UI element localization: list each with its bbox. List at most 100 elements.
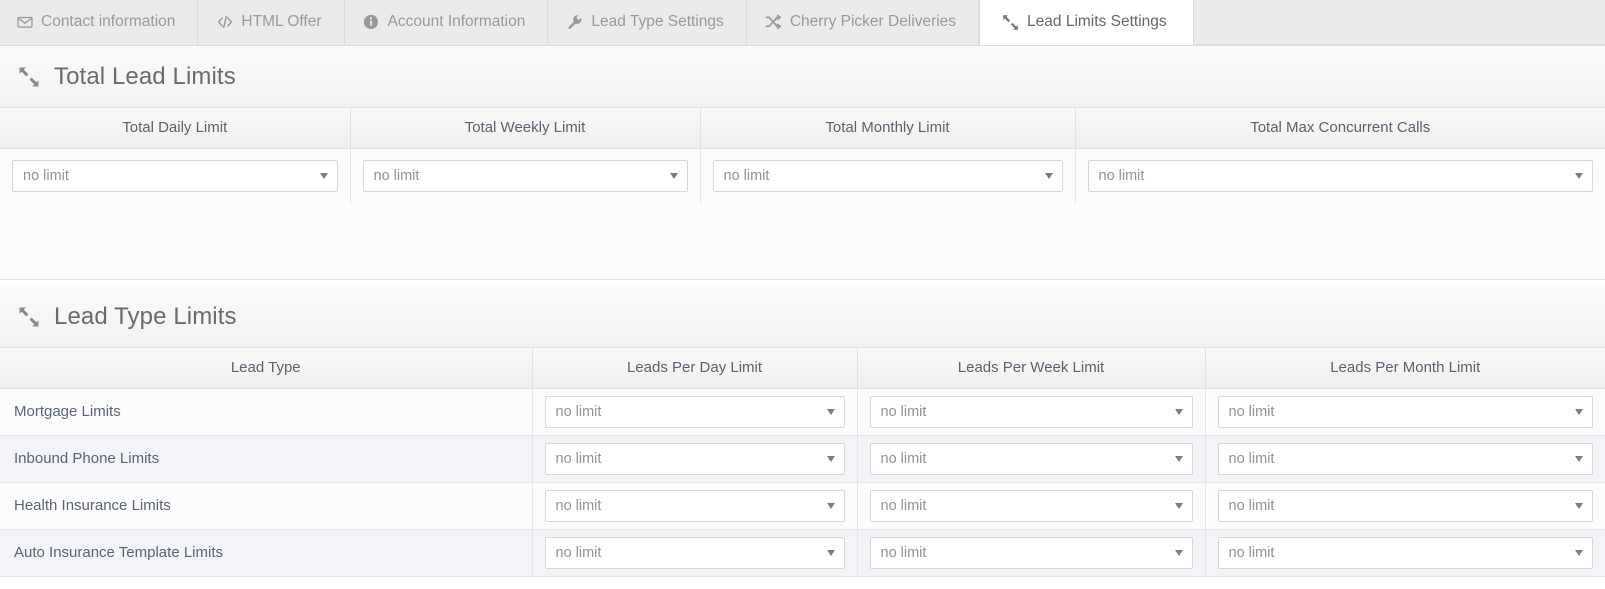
select-value: no limit xyxy=(373,168,420,185)
chevron-down-icon xyxy=(826,502,835,509)
cell-total-weekly-limit: no limit xyxy=(350,148,701,204)
table-row: Mortgage Limits no limit no limit no lim… xyxy=(0,388,1605,436)
code-icon xyxy=(216,14,233,31)
leads-per-month-select[interactable]: no limit xyxy=(1217,489,1593,522)
leads-per-month-select[interactable]: no limit xyxy=(1217,536,1593,569)
cell-leads-per-month: no limit xyxy=(1205,529,1605,577)
select-value: no limit xyxy=(555,403,602,420)
table-row: Auto Insurance Template Limits no limit … xyxy=(0,529,1605,577)
tab-label: Lead Limits Settings xyxy=(1027,13,1167,31)
select-value: no limit xyxy=(1228,544,1275,561)
tab-label: HTML Offer xyxy=(241,13,322,31)
tab-cherry-picker-deliveries[interactable]: Cherry Picker Deliveries xyxy=(746,0,980,45)
select-value: no limit xyxy=(880,497,927,514)
table-header-row: Lead Type Leads Per Day Limit Leads Per … xyxy=(0,348,1605,389)
chevron-down-icon xyxy=(1575,455,1583,462)
chevron-down-icon xyxy=(826,408,835,415)
section-spacer xyxy=(0,204,1605,280)
info-circle-icon xyxy=(363,14,380,31)
chevron-down-icon xyxy=(1575,173,1583,180)
cell-leads-per-month: no limit xyxy=(1205,435,1605,483)
leads-per-day-select[interactable]: no limit xyxy=(544,536,845,569)
cell-total-daily-limit: no limit xyxy=(0,148,351,204)
lead-type-limits-header[interactable]: Lead Type Limits xyxy=(0,286,1605,348)
select-value: no limit xyxy=(1098,168,1145,185)
compress-arrows-icon xyxy=(1002,14,1019,31)
chevron-down-icon xyxy=(1575,502,1583,509)
select-value: no limit xyxy=(880,544,927,561)
leads-per-month-select[interactable]: no limit xyxy=(1217,395,1593,428)
cell-total-max-concurrent-calls: no limit xyxy=(1075,148,1605,204)
cell-leads-per-week: no limit xyxy=(857,482,1206,530)
leads-per-day-select[interactable]: no limit xyxy=(544,395,845,428)
lead-type-label: Mortgage Limits xyxy=(0,388,533,436)
select-value: no limit xyxy=(555,450,602,467)
total-lead-limits-table: Total Daily Limit Total Weekly Limit Tot… xyxy=(0,108,1605,204)
select-value: no limit xyxy=(555,544,602,561)
tab-bar-filler xyxy=(1193,0,1605,45)
tab-account-information[interactable]: Account Information xyxy=(344,0,549,45)
total-daily-limit-select[interactable]: no limit xyxy=(12,160,338,193)
chevron-down-icon xyxy=(1174,455,1183,462)
chevron-down-icon xyxy=(1174,408,1183,415)
total-lead-limits-header[interactable]: Total Lead Limits xyxy=(0,46,1605,108)
total-max-concurrent-calls-select[interactable]: no limit xyxy=(1087,160,1593,193)
chevron-down-icon xyxy=(1044,173,1053,180)
column-header-total-max-concurrent-calls: Total Max Concurrent Calls xyxy=(1075,108,1605,149)
select-value: no limit xyxy=(555,497,602,514)
lead-type-limits-panel: Lead Type Limits Lead Type Leads Per Day… xyxy=(0,286,1605,577)
chevron-down-icon xyxy=(826,455,835,462)
leads-per-month-select[interactable]: no limit xyxy=(1217,442,1593,475)
tab-contact-information[interactable]: Contact information xyxy=(0,0,199,45)
cell-leads-per-day: no limit xyxy=(532,482,858,530)
chevron-down-icon xyxy=(669,173,678,180)
section-title: Lead Type Limits xyxy=(54,302,237,330)
envelope-icon xyxy=(16,14,33,31)
leads-per-week-select[interactable]: no limit xyxy=(869,489,1193,522)
lead-type-limits-table: Lead Type Leads Per Day Limit Leads Per … xyxy=(0,348,1605,577)
table-row: Inbound Phone Limits no limit no limit n… xyxy=(0,435,1605,483)
select-value: no limit xyxy=(1228,450,1275,467)
cell-leads-per-week: no limit xyxy=(857,529,1206,577)
tab-lead-type-settings[interactable]: Lead Type Settings xyxy=(548,0,747,45)
cell-total-monthly-limit: no limit xyxy=(700,148,1076,204)
column-header-leads-per-day-limit: Leads Per Day Limit xyxy=(532,348,858,389)
cell-leads-per-day: no limit xyxy=(532,529,858,577)
total-weekly-limit-select[interactable]: no limit xyxy=(362,160,688,193)
compress-arrows-icon xyxy=(18,66,40,88)
select-value: no limit xyxy=(23,168,69,185)
chevron-down-icon xyxy=(1174,549,1183,556)
tab-label: Cherry Picker Deliveries xyxy=(789,13,957,31)
tab-lead-limits-settings[interactable]: Lead Limits Settings xyxy=(979,0,1194,45)
table-header-row: Total Daily Limit Total Weekly Limit Tot… xyxy=(0,108,1605,149)
table-row: no limit no limit no limit no limit xyxy=(0,148,1605,204)
leads-per-week-select[interactable]: no limit xyxy=(869,536,1193,569)
cell-leads-per-day: no limit xyxy=(532,435,858,483)
tab-html-offer[interactable]: HTML Offer xyxy=(198,0,345,45)
chevron-down-icon xyxy=(826,549,835,556)
select-value: no limit xyxy=(1228,403,1275,420)
leads-per-day-select[interactable]: no limit xyxy=(544,489,845,522)
cell-leads-per-month: no limit xyxy=(1205,388,1605,436)
tab-label: Contact information xyxy=(41,13,176,31)
column-header-lead-type: Lead Type xyxy=(0,348,533,389)
select-value: no limit xyxy=(723,168,770,185)
leads-per-day-select[interactable]: no limit xyxy=(544,442,845,475)
chevron-down-icon xyxy=(1174,502,1183,509)
wrench-icon xyxy=(566,14,583,31)
tab-label: Account Information xyxy=(387,13,526,31)
total-monthly-limit-select[interactable]: no limit xyxy=(712,160,1063,193)
column-header-leads-per-week-limit: Leads Per Week Limit xyxy=(857,348,1206,389)
column-header-total-daily-limit: Total Daily Limit xyxy=(0,108,351,149)
column-header-total-monthly-limit: Total Monthly Limit xyxy=(700,108,1076,149)
tab-bar: Contact information HTML Offer Account I… xyxy=(0,0,1605,46)
chevron-down-icon xyxy=(1575,549,1583,556)
leads-per-week-select[interactable]: no limit xyxy=(869,395,1193,428)
compress-arrows-icon xyxy=(18,306,40,328)
chevron-down-icon xyxy=(1575,408,1583,415)
lead-type-label: Inbound Phone Limits xyxy=(0,435,533,483)
leads-per-week-select[interactable]: no limit xyxy=(869,442,1193,475)
table-row: Health Insurance Limits no limit no limi… xyxy=(0,482,1605,530)
section-title: Total Lead Limits xyxy=(54,62,236,90)
shuffle-icon xyxy=(765,14,782,31)
